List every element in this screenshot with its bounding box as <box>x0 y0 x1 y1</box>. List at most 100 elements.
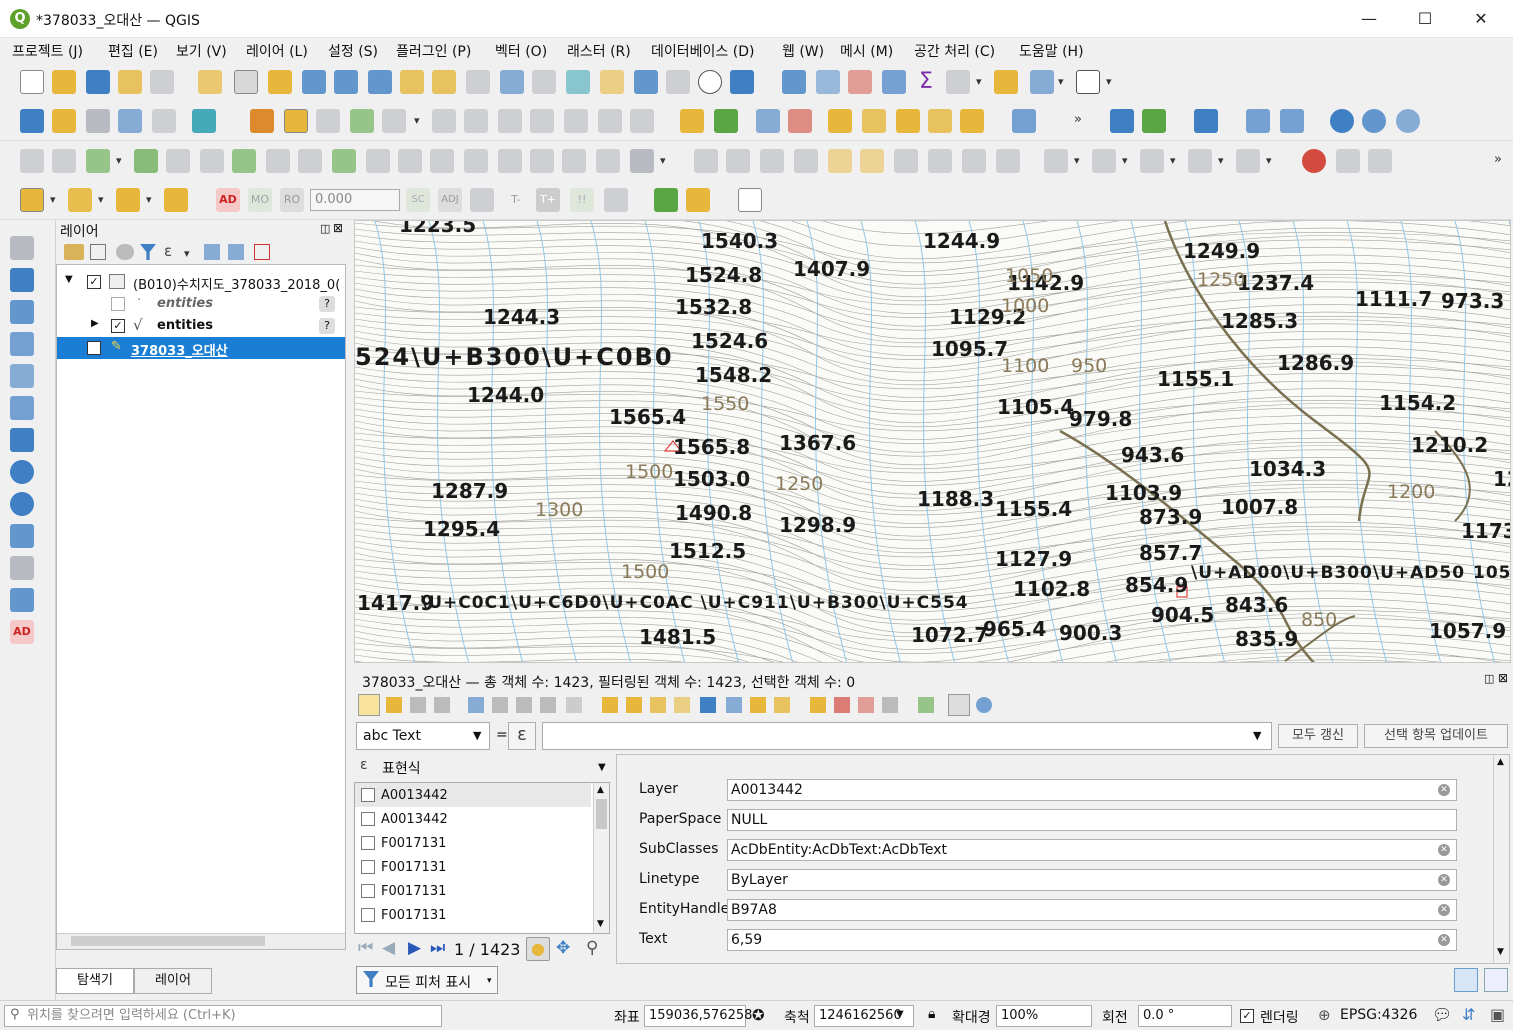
menu-view[interactable]: 보기 (V) <box>176 41 227 61</box>
split-parts-icon[interactable] <box>398 149 422 173</box>
table-view-icon[interactable] <box>1484 968 1508 992</box>
menu-database[interactable]: 데이터베이스 (D) <box>651 41 754 61</box>
chevron-down-icon[interactable]: ▾ <box>98 193 104 206</box>
extents-toggle-icon[interactable]: ✪ <box>752 1006 765 1024</box>
feature-checkbox[interactable] <box>361 908 375 922</box>
save-project-icon[interactable] <box>86 70 110 94</box>
chevron-down-icon[interactable]: ▼ <box>598 762 606 773</box>
unpinned-labels-icon[interactable] <box>960 109 984 133</box>
layout-manager-icon[interactable] <box>150 70 174 94</box>
ruler-plugin-icon[interactable] <box>686 188 710 212</box>
chevron-down-icon[interactable]: ▼ <box>1253 729 1261 742</box>
select-by-value-icon[interactable] <box>68 188 92 212</box>
expand-all-icon[interactable] <box>204 244 220 260</box>
pan-to-selection-icon[interactable] <box>268 70 292 94</box>
horizontal-scrollbar[interactable] <box>57 933 345 949</box>
save-edits-icon[interactable] <box>316 109 340 133</box>
modify-attributes-icon[interactable] <box>432 109 456 133</box>
remove-layer-icon[interactable] <box>254 244 270 260</box>
delete-ring-icon[interactable] <box>200 149 224 173</box>
cad-tool-icon[interactable] <box>470 188 494 212</box>
pan-to-feature-icon[interactable]: ✥ <box>556 938 570 958</box>
feature-checkbox[interactable] <box>361 788 375 802</box>
form-scrollbar[interactable]: ▲ ▼ <box>1493 755 1509 963</box>
minimize-button[interactable]: — <box>1341 0 1397 38</box>
rotate-point-icon[interactable] <box>498 149 522 173</box>
trim-extend-icon[interactable] <box>562 149 586 173</box>
scroll-down-icon[interactable]: ▼ <box>597 919 604 929</box>
toggle-editing-pencil-icon[interactable] <box>284 109 308 133</box>
paste-icon[interactable] <box>566 697 582 713</box>
zoom-map-icon[interactable] <box>976 697 992 713</box>
adj-toggle[interactable]: ADJ <box>438 188 462 212</box>
panel-close-icon[interactable]: ⊠ <box>1498 671 1508 685</box>
add-postgis-icon[interactable] <box>10 396 34 420</box>
toolbox-gear-icon[interactable] <box>882 70 906 94</box>
layer-checkbox[interactable]: ✓ <box>87 341 101 355</box>
sum-icon[interactable]: Σ <box>914 70 938 94</box>
panel-float-icon[interactable]: ◫ <box>320 222 330 235</box>
chevron-down-icon[interactable]: ▾ <box>1218 154 1224 167</box>
split-features-icon[interactable] <box>366 149 390 173</box>
paste-features-icon[interactable] <box>564 109 588 133</box>
add-mesh-icon[interactable] <box>152 109 176 133</box>
globe-zoom-icon[interactable] <box>1362 109 1386 133</box>
toggle-edit-pencil-icon[interactable] <box>358 694 380 716</box>
update-selected-button[interactable]: 선택 항목 업데이트 <box>1364 724 1508 748</box>
locate-icon[interactable] <box>1030 70 1054 94</box>
more-tools-icon[interactable]: » <box>1494 152 1502 167</box>
next-feature-icon[interactable]: ▶ <box>408 938 421 958</box>
update-all-button[interactable]: 모두 갱신 <box>1278 724 1358 748</box>
deselect-icon[interactable] <box>116 188 140 212</box>
move-to-top-icon[interactable] <box>726 697 742 713</box>
add-raster-layer-icon[interactable] <box>118 109 142 133</box>
cad-value-input[interactable]: 0.000 <box>310 189 400 211</box>
scrollbar-thumb[interactable] <box>71 936 265 946</box>
open-attribute-table-icon[interactable] <box>816 70 840 94</box>
rotate-label-icon[interactable] <box>862 109 886 133</box>
scroll-up-icon[interactable]: ▲ <box>597 785 604 795</box>
menu-settings[interactable]: 설정 (S) <box>328 41 378 61</box>
menu-raster[interactable]: 래스터 (R) <box>567 41 631 61</box>
sc-toggle[interactable]: SC <box>406 188 430 212</box>
add-raster-icon[interactable] <box>10 268 34 292</box>
expression-input[interactable]: ▼ <box>542 722 1272 750</box>
multi-edit-icon[interactable] <box>386 697 402 713</box>
chevron-down-icon[interactable]: ▾ <box>116 154 122 167</box>
chart-plugin-icon[interactable] <box>738 188 762 212</box>
pan-to-icon[interactable] <box>750 697 766 713</box>
plugin-info-icon[interactable] <box>1142 109 1166 133</box>
clear-icon[interactable]: ✕ <box>1438 934 1450 946</box>
text-annotation-icon[interactable] <box>1076 70 1100 94</box>
ad-side-toggle[interactable]: AD <box>10 620 34 644</box>
menu-mesh[interactable]: 메시 (M) <box>840 41 893 61</box>
zoom-native-icon[interactable] <box>466 70 490 94</box>
digitize-plugin-icon[interactable] <box>1280 109 1304 133</box>
style-manager-icon[interactable] <box>198 70 222 94</box>
cut-icon[interactable] <box>516 697 532 713</box>
zoom-full-icon[interactable] <box>368 70 392 94</box>
add-vector-layer-icon[interactable] <box>86 109 110 133</box>
panel-float-icon[interactable]: ◫ <box>1484 672 1494 685</box>
help-icon[interactable] <box>1194 109 1218 133</box>
undo-icon[interactable] <box>598 109 622 133</box>
add-vector-icon[interactable] <box>10 236 34 260</box>
clear-icon[interactable]: ✕ <box>1438 844 1450 856</box>
close-button[interactable]: ✕ <box>1453 0 1509 38</box>
new-vector-icon[interactable] <box>10 556 34 580</box>
clear-icon[interactable]: ✕ <box>1438 784 1450 796</box>
filter-expression-icon[interactable]: ε <box>164 242 172 260</box>
plugin-shield-icon[interactable] <box>1012 109 1036 133</box>
python-console-icon[interactable] <box>1110 109 1134 133</box>
reload-icon[interactable] <box>434 697 450 713</box>
add-group-icon[interactable] <box>90 244 106 260</box>
text-field[interactable]: 6,59 ✕ <box>727 929 1457 951</box>
clear-icon[interactable]: ✕ <box>1438 874 1450 886</box>
zoom-next-icon[interactable] <box>532 70 556 94</box>
coordinate-input[interactable]: 159036,576258 <box>644 1005 752 1027</box>
chevron-down-icon[interactable]: ▾ <box>660 154 666 167</box>
zoom-last-icon[interactable] <box>500 70 524 94</box>
line-tool-icon[interactable] <box>1044 149 1068 173</box>
maximize-button[interactable]: ☐ <box>1397 0 1453 38</box>
notifications-icon[interactable]: ▣ <box>1490 1005 1505 1024</box>
